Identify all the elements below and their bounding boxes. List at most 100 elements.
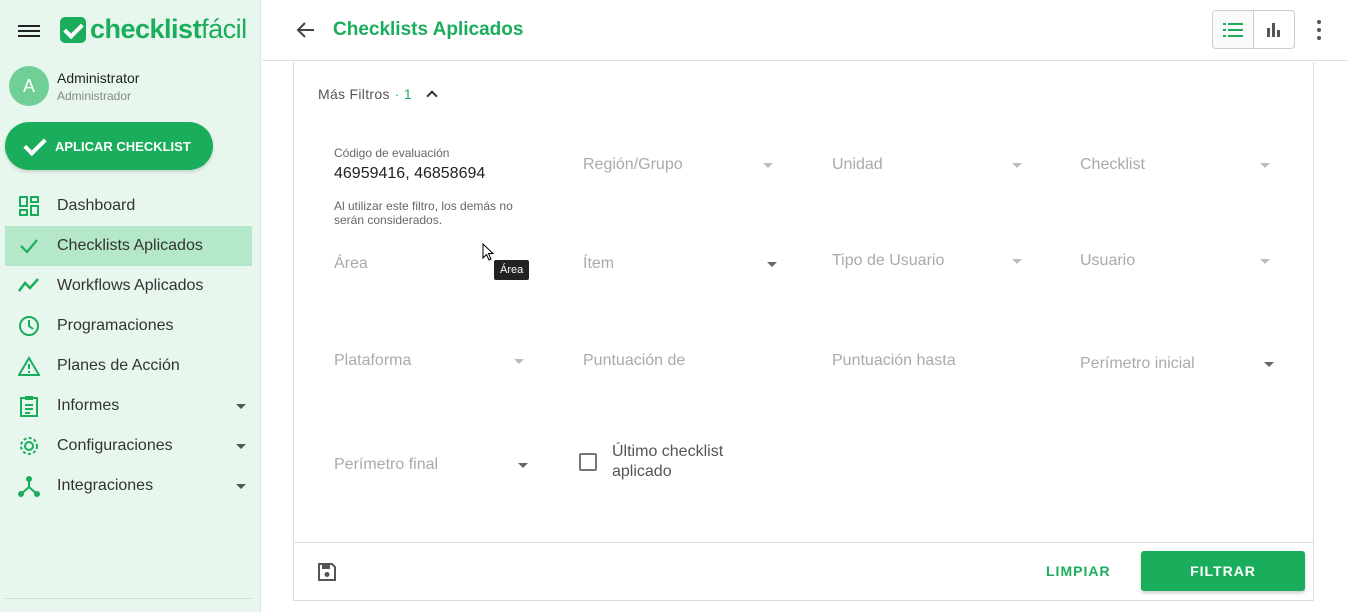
dropdown-arrow-icon (767, 262, 777, 267)
platform-label: Plataforma (334, 352, 412, 369)
integration-icon (17, 474, 41, 498)
view-toggle (1212, 10, 1295, 49)
header: Checklists Aplicados (262, 0, 1348, 61)
avatar: A (9, 66, 49, 106)
chart-view-button[interactable] (1254, 11, 1294, 48)
dropdown-arrow-icon (763, 163, 773, 168)
logo[interactable]: checklistfácil (60, 14, 247, 45)
gear-icon (17, 434, 41, 458)
sidebar-item-informes[interactable]: Informes (5, 386, 252, 426)
item-select[interactable]: Ítem (583, 255, 777, 285)
unit-label: Unidad (832, 156, 883, 173)
user-role: Administrador (57, 88, 132, 103)
sidebar-item-workflows-aplicados[interactable]: Workflows Aplicados (5, 266, 252, 306)
mouse-cursor-icon (482, 242, 496, 263)
page-title: Checklists Aplicados (333, 19, 524, 40)
sidebar-item-integraciones[interactable]: Integraciones (5, 466, 252, 506)
chevron-down-icon (236, 404, 246, 409)
unit-select[interactable]: Unidad (832, 156, 1022, 186)
sidebar-item-dashboard[interactable]: Dashboard (5, 186, 252, 226)
save-icon[interactable] (317, 562, 337, 582)
more-filters-toggle[interactable]: Más Filtros · 1 (318, 86, 438, 102)
warning-icon (17, 354, 41, 378)
chevron-up-icon (426, 90, 438, 102)
logo-text-bold: checklist (90, 14, 202, 44)
last-checklist-checkbox[interactable]: Último checklist aplicado (579, 442, 752, 482)
user-select[interactable]: Usuario (1080, 252, 1270, 282)
trend-icon (17, 274, 41, 298)
area-label: Área (334, 255, 368, 272)
dropdown-arrow-icon (1012, 259, 1022, 264)
apply-checklist-button[interactable]: APLICAR CHECKLIST (5, 122, 213, 170)
menu-icon[interactable] (18, 22, 40, 40)
score-to-input[interactable]: Puntuación hasta (832, 352, 1022, 382)
sidebar-item-label: Dashboard (57, 197, 136, 214)
checklist-select[interactable]: Checklist (1080, 156, 1270, 186)
list-view-button[interactable] (1213, 11, 1254, 48)
sidebar-item-checklists-aplicados[interactable]: Checklists Aplicados (5, 226, 252, 266)
sidebar-item-label: Configuraciones (57, 437, 173, 454)
sidebar-item-label: Integraciones (57, 477, 154, 494)
sidebar-item-label: Programaciones (57, 317, 174, 334)
user-type-select[interactable]: Tipo de Usuario (832, 252, 1022, 282)
evaluation-code-field[interactable]: Código de evaluación 46959416, 46858694 … (334, 146, 524, 227)
dropdown-arrow-icon (518, 463, 528, 468)
evaluation-code-label: Código de evaluación (334, 146, 450, 160)
filter-button[interactable]: FILTRAR (1141, 551, 1305, 591)
sidebar-item-configuraciones[interactable]: Configuraciones (5, 426, 252, 466)
sidebar-item-label: Workflows Aplicados (57, 277, 204, 294)
perimeter-end-label: Perímetro final (334, 456, 439, 473)
perimeter-end-select[interactable]: Perímetro final (334, 456, 528, 486)
logo-check-icon (60, 16, 86, 43)
sidebar-item-planes-de-accion[interactable]: Planes de Acción (5, 346, 252, 386)
score-from-input[interactable]: Puntuación de (583, 352, 773, 382)
clipboard-icon (17, 394, 41, 418)
user-info[interactable]: A Administrator Administrador (9, 66, 139, 106)
perimeter-start-label: Perímetro inicial (1080, 355, 1195, 372)
evaluation-code-value[interactable]: 46959416, 46858694 (334, 165, 524, 183)
more-options-icon[interactable] (1314, 20, 1324, 40)
filters-panel: Más Filtros · 1 Código de evaluación 469… (293, 62, 1314, 601)
more-filters-label: Más Filtros (318, 86, 390, 102)
user-label: Usuario (1080, 252, 1136, 269)
item-label: Ítem (583, 255, 615, 272)
back-arrow-icon[interactable] (294, 18, 318, 42)
logo-text-light: fácil (201, 14, 247, 44)
dashboard-icon (17, 194, 41, 218)
check-icon (21, 133, 47, 159)
dropdown-arrow-icon (1264, 362, 1274, 367)
score-to-label: Puntuación hasta (832, 352, 956, 369)
sidebar-item-label: Checklists Aplicados (57, 237, 203, 254)
last-checklist-label: Último checklist aplicado (612, 443, 724, 480)
filter-count: · 1 (394, 86, 412, 102)
sidebar-item-programaciones[interactable]: Programaciones (5, 306, 252, 346)
platform-select[interactable]: Plataforma (334, 352, 524, 382)
sidebar: checklistfácil A Administrator Administr… (0, 0, 261, 612)
divider (294, 542, 1313, 543)
region-group-label: Región/Grupo (583, 156, 683, 173)
sidebar-item-label: Planes de Acción (57, 357, 180, 374)
user-name: Administrator (57, 69, 140, 86)
dropdown-arrow-icon (1012, 163, 1022, 168)
apply-checklist-label: APLICAR CHECKLIST (55, 138, 191, 154)
evaluation-code-help: Al utilizar este filtro, los demás no se… (334, 199, 513, 227)
sidebar-item-label: Informes (57, 397, 120, 414)
chevron-down-icon (236, 444, 246, 449)
checklist-label: Checklist (1080, 156, 1145, 173)
score-from-label: Puntuación de (583, 352, 686, 369)
list-icon (1223, 22, 1243, 37)
user-type-label: Tipo de Usuario (832, 252, 945, 269)
chevron-down-icon (236, 484, 246, 489)
check-icon (17, 234, 41, 258)
dropdown-arrow-icon (514, 359, 524, 364)
divider (5, 598, 252, 599)
tooltip: Área (494, 260, 530, 280)
clock-icon (17, 314, 41, 338)
region-group-select[interactable]: Región/Grupo (583, 156, 773, 186)
bar-chart-icon (1267, 22, 1280, 37)
dropdown-arrow-icon (1260, 163, 1270, 168)
perimeter-start-select[interactable]: Perímetro inicial (1080, 355, 1274, 385)
clear-button[interactable]: LIMPIAR (1046, 563, 1111, 579)
checkbox-box[interactable] (579, 453, 597, 471)
sidebar-nav: Dashboard Checklists Aplicados Workflows… (5, 186, 252, 506)
